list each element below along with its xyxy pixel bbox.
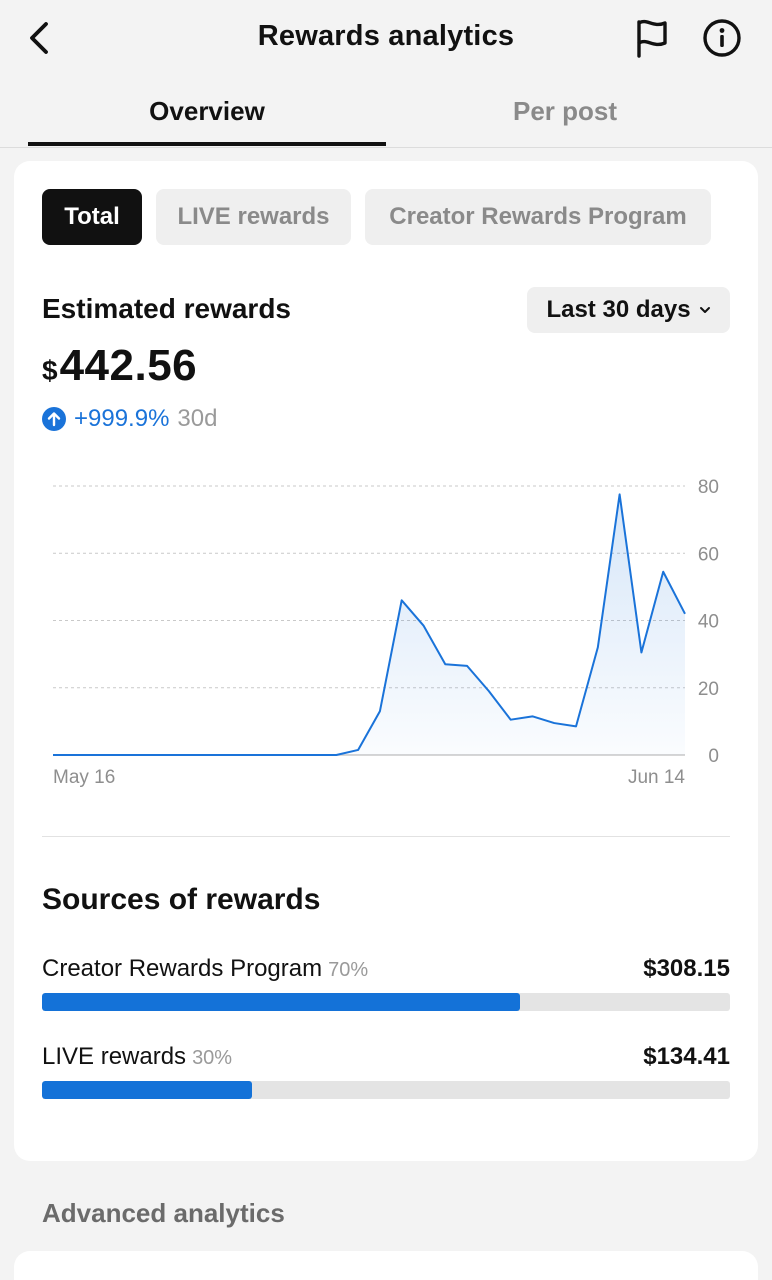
chart-y-tick-label: 40	[698, 612, 719, 633]
tab-bar: Overview Per post	[0, 78, 772, 148]
advanced-analytics-card[interactable]	[14, 1251, 758, 1280]
chart-area-fill	[53, 494, 685, 755]
date-range-label: Last 30 days	[546, 296, 691, 323]
source-progress-bar	[42, 1081, 730, 1099]
info-icon	[703, 19, 741, 57]
change-percent: +999.9%	[74, 405, 170, 432]
source-label: LIVE rewards	[42, 1043, 187, 1070]
change-indicator: +999.9% 30d	[42, 405, 217, 433]
source-progress-fill	[42, 993, 521, 1011]
currency-symbol: $	[42, 355, 58, 386]
info-button[interactable]	[698, 14, 746, 62]
chevron-down-icon	[699, 307, 710, 313]
header: Rewards analytics	[0, 0, 772, 78]
active-tab-indicator	[28, 142, 386, 146]
rewards-chart: 0 20 40 60 80 May 16 Jun 14	[53, 477, 719, 788]
source-label: Creator Rewards Program	[42, 955, 323, 982]
chevron-left-icon	[30, 22, 48, 54]
filter-total[interactable]: Total	[42, 189, 142, 245]
date-range-dropdown[interactable]: Last 30 days	[527, 287, 730, 333]
source-progress-fill	[42, 1081, 252, 1099]
back-button[interactable]	[18, 14, 62, 62]
advanced-analytics-title: Advanced analytics	[42, 1198, 285, 1228]
estimated-rewards-label: Estimated rewards	[42, 293, 291, 324]
section-divider	[42, 836, 730, 837]
change-period: 30d	[177, 405, 218, 432]
estimated-amount: $ 442.56	[42, 341, 197, 391]
source-progress-bar	[42, 993, 730, 1011]
rewards-card: Total LIVE rewards Creator Rewards Progr…	[14, 161, 758, 1161]
source-percent: 30%	[192, 1047, 233, 1069]
chart-y-tick-label: 60	[698, 544, 719, 565]
source-value: $308.15	[643, 955, 730, 982]
chart-y-tick-label: 0	[708, 746, 719, 767]
sources-title: Sources of rewards	[42, 883, 321, 916]
arrow-up-circle-icon	[42, 407, 66, 431]
filter-creator-rewards-program[interactable]: Creator Rewards Program	[365, 189, 711, 245]
chart-x-label-end: Jun 14	[628, 767, 685, 788]
chart-y-tick-label: 80	[698, 477, 719, 498]
flag-icon	[637, 19, 667, 58]
source-percent: 70%	[328, 959, 369, 981]
tab-overview[interactable]: Overview	[28, 96, 386, 127]
filter-live-rewards[interactable]: LIVE rewards	[156, 189, 351, 245]
source-value: $134.41	[643, 1043, 730, 1070]
report-button[interactable]	[628, 14, 676, 62]
chart-y-tick-label: 20	[698, 679, 719, 700]
amount-value: 442.56	[59, 341, 198, 390]
chart-x-label-start: May 16	[53, 767, 115, 788]
tab-per-post[interactable]: Per post	[386, 96, 744, 127]
